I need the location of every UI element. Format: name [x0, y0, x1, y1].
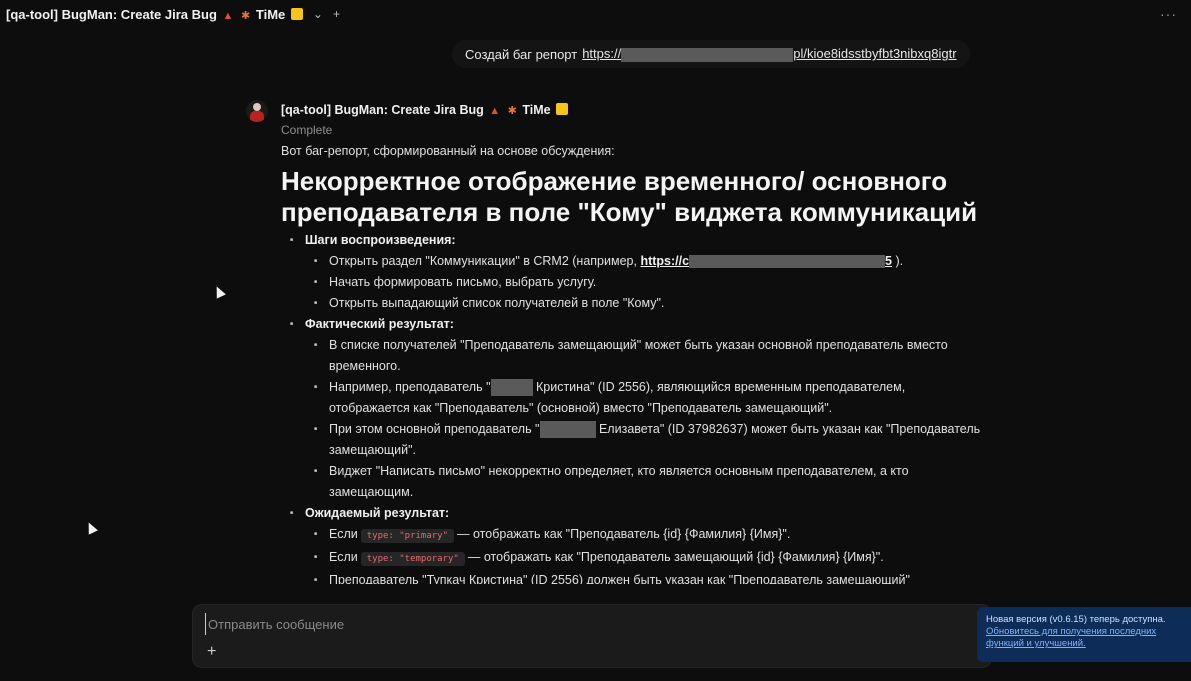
list-item: Открыть выпадающий список получателей в … — [305, 293, 981, 314]
chat-title[interactable]: [qa-tool] BugMan: Create Jira Bug ▲ ✱ Ti… — [6, 7, 303, 22]
assistant-avatar — [246, 100, 268, 122]
list-item: Открыть раздел "Коммуникации" в CRM2 (на… — [305, 251, 981, 272]
bug-emoji-icon: ✱ — [507, 105, 517, 117]
expected-label: Ожидаемый результат: — [305, 506, 450, 520]
ant-emoji-icon: ▲ — [489, 105, 501, 117]
user-message-link[interactable]: https://pl/kioe8idsstbyfbt3nibxq8igtr — [582, 46, 957, 62]
assistant-name: [qa-tool] BugMan: Create Jira Bug ▲ ✱ Ti… — [281, 100, 981, 120]
update-link[interactable]: Обновитесь для получения последних функц… — [986, 626, 1182, 650]
redacted-block — [539, 421, 596, 439]
bug-report-title: Некорректное отображение временного/ осн… — [281, 166, 978, 227]
list-item: Еслиtype: "primary"— отображать как "Пре… — [305, 524, 981, 547]
steps-section: Шаги воспроизведения: Открыть раздел "Ко… — [281, 230, 981, 314]
mouse-cursor-icon — [84, 520, 98, 535]
chat-title-suffix: TiMe — [255, 6, 286, 22]
expected-section: Ожидаемый результат: Еслиtype: "primary"… — [281, 503, 981, 584]
yellow-square-emoji-icon — [290, 7, 303, 20]
assistant-status: Complete — [281, 123, 333, 137]
message-input[interactable] — [205, 613, 965, 635]
list-item: Еслиtype: "temporary"— отображать как "П… — [305, 547, 981, 570]
user-message-bubble: Создай баг репорт https://pl/kioe8idsstb… — [452, 40, 970, 68]
ant-emoji-icon: ▲ — [222, 9, 234, 22]
new-chat-plus-icon[interactable]: + — [333, 7, 340, 21]
steps-label: Шаги воспроизведения: — [305, 233, 456, 247]
attach-plus-icon[interactable]: + — [207, 643, 216, 661]
yellow-square-emoji-icon — [556, 103, 569, 115]
update-notification[interactable]: Новая версия (v0.6.15) теперь доступна. … — [977, 607, 1191, 662]
chevron-down-icon[interactable]: ⌄ — [313, 7, 323, 21]
more-options-icon[interactable]: ··· — [1160, 6, 1177, 22]
redacted-block — [490, 379, 533, 397]
assistant-message: [qa-tool] BugMan: Create Jira Bug ▲ ✱ Ti… — [281, 100, 981, 584]
chat-title-text: [qa-tool] BugMan: Create Jira Bug — [6, 6, 217, 22]
redacted-block — [689, 255, 886, 269]
redacted-block — [621, 47, 794, 62]
code-primary: type: "primary" — [360, 529, 455, 543]
actual-section: Фактический результат: В списке получате… — [281, 314, 981, 503]
list-item: При этом основной преподаватель " Елизав… — [305, 419, 981, 461]
mouse-cursor-icon — [212, 284, 226, 299]
list-item: Начать формировать письмо, выбрать услуг… — [305, 272, 981, 293]
crm-link[interactable]: https://c 5 — [640, 254, 892, 269]
update-notification-title: Новая версия (v0.6.15) теперь доступна. — [986, 614, 1166, 625]
bug-report-sections: Шаги воспроизведения: Открыть раздел "Ко… — [281, 230, 981, 584]
list-item: Например, преподаватель " Кристина" (ID … — [305, 377, 981, 419]
user-message-text: Создай баг репорт — [465, 46, 578, 62]
window-tab-bar: [qa-tool] BugMan: Create Jira Bug ▲ ✱ Ti… — [0, 0, 1191, 28]
list-item-truncated: Преподаватель "Тупкач Кристина" (ID 2556… — [305, 570, 981, 584]
actual-label: Фактический результат: — [305, 317, 454, 331]
list-item: В списке получателей "Преподаватель заме… — [305, 335, 981, 377]
message-composer: + — [192, 604, 992, 668]
bug-emoji-icon: ✱ — [241, 9, 251, 22]
list-item: Виджет "Написать письмо" некорректно опр… — [305, 461, 981, 503]
assistant-intro: Вот баг-репорт, сформированный на основе… — [281, 144, 615, 158]
code-temporary: type: "temporary" — [360, 552, 465, 566]
